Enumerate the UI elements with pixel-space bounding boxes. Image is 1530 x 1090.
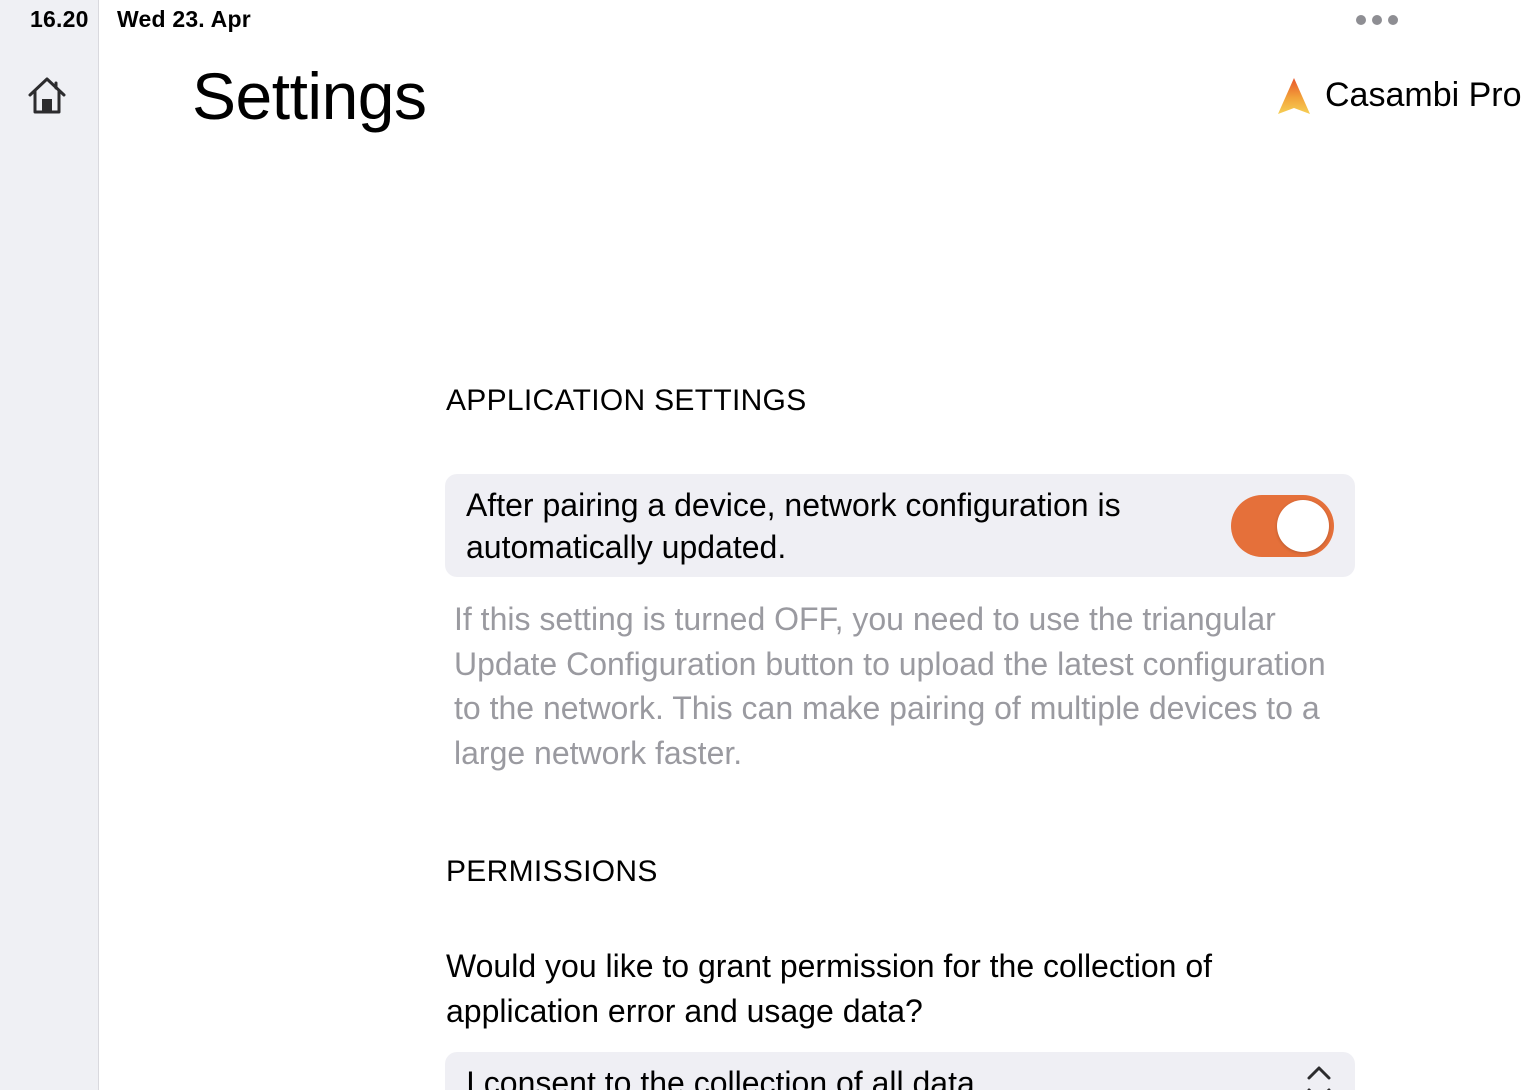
status-date: Wed 23. Apr — [117, 6, 251, 32]
section-title-application-settings: APPLICATION SETTINGS — [446, 384, 807, 417]
section-title-permissions: PERMISSIONS — [446, 855, 658, 888]
consent-select-value: I consent to the collection of all data. — [466, 1065, 984, 1090]
brand-name: Casambi Pro — [1325, 76, 1522, 114]
casambi-logo-icon — [1278, 77, 1310, 114]
auto-update-help-text: If this setting is turned OFF, you need … — [454, 601, 1326, 771]
ellipsis-icon[interactable] — [1356, 15, 1398, 25]
home-icon — [28, 77, 66, 114]
status-time: 16.20 — [30, 6, 89, 32]
auto-update-toggle[interactable] — [1231, 495, 1334, 557]
permission-question: Would you like to grant permission for t… — [446, 948, 1213, 1029]
consent-select[interactable]: I consent to the collection of all data. — [445, 1052, 1355, 1090]
auto-update-setting-row: After pairing a device, network configur… — [445, 474, 1355, 577]
home-button[interactable] — [25, 74, 69, 118]
settings-screen: 16.20 Wed 23. Apr Settings Casambi Pro A… — [0, 0, 1530, 1090]
chevron-up-down-icon — [1307, 1066, 1331, 1090]
brand: Casambi Pro — [1276, 76, 1522, 115]
page-title: Settings — [192, 59, 427, 133]
sidebar — [0, 0, 99, 1090]
auto-update-label: After pairing a device, network configur… — [466, 487, 1121, 565]
toggle-knob — [1277, 500, 1329, 552]
